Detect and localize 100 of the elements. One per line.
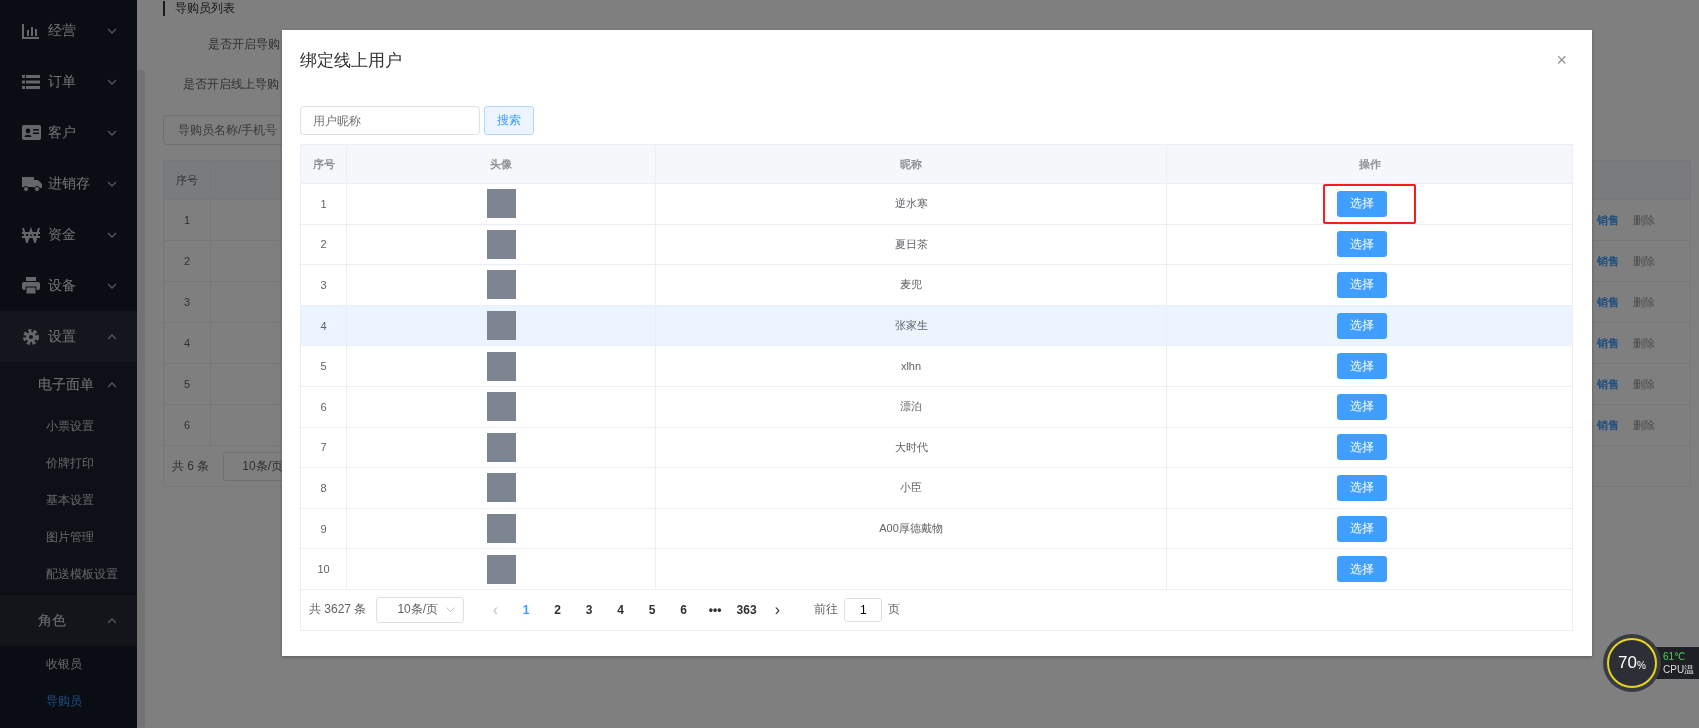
- page-input[interactable]: 1: [844, 597, 883, 622]
- menu-item[interactable]: 进销存: [0, 158, 137, 209]
- next-page-button[interactable]: ›: [762, 599, 793, 620]
- page-button[interactable]: 6: [667, 602, 700, 617]
- search-field[interactable]: 用户昵称: [300, 106, 480, 135]
- photo-placeholder: [486, 270, 516, 300]
- sell-link[interactable]: 销售: [1597, 417, 1619, 433]
- table-row[interactable]: 9 A00厚德戴物 选择: [301, 508, 1572, 550]
- submenu-header[interactable]: 角色: [0, 595, 137, 646]
- table-row[interactable]: 5 xlhn 选择: [301, 346, 1572, 387]
- column-header: 操作: [1357, 156, 1382, 172]
- submenu-item[interactable]: 价牌打印: [0, 445, 137, 482]
- menu-item[interactable]: 客户: [0, 107, 137, 158]
- menu-item[interactable]: 资金: [0, 209, 137, 260]
- submenu-item[interactable]: 图片管理: [0, 519, 137, 556]
- submenu-header[interactable]: 电子面单: [0, 362, 137, 408]
- menu-item[interactable]: 设备: [0, 260, 137, 311]
- select-button[interactable]: 选择: [1337, 474, 1387, 501]
- photo-placeholder: [486, 351, 516, 381]
- dialog-title: 绑定线上用户: [300, 49, 402, 72]
- chevron-down-icon: [107, 129, 117, 136]
- table-cell: 6: [320, 400, 327, 413]
- select-button[interactable]: 选择: [1337, 272, 1387, 298]
- column-header: 序号: [301, 145, 347, 183]
- table-cell: 5: [164, 364, 211, 404]
- total-count: 共 3627 条: [309, 601, 367, 619]
- page-button[interactable]: 5: [636, 602, 668, 617]
- select-button[interactable]: 选择: [1337, 556, 1387, 583]
- photo-placeholder: [486, 311, 516, 341]
- chevron-down-icon: [107, 27, 117, 34]
- cpu-usage-gauge: 70%: [1607, 638, 1657, 688]
- page-button[interactable]: •••: [699, 602, 731, 617]
- table-row[interactable]: 4 张家生 选择: [301, 305, 1572, 347]
- page-button[interactable]: 3: [573, 602, 605, 617]
- table-cell: 8: [320, 481, 327, 494]
- table-cell: 1: [320, 197, 327, 210]
- search-button[interactable]: 搜索: [484, 106, 534, 135]
- table-cell: 小臣: [900, 480, 922, 496]
- page-button[interactable]: 4: [604, 602, 637, 617]
- page-unit-label: 页: [888, 601, 901, 619]
- photo-placeholder: [486, 392, 516, 422]
- sell-link[interactable]: 销售: [1597, 335, 1619, 351]
- chevron-down-icon: [107, 78, 117, 85]
- sell-link[interactable]: 销售: [1597, 253, 1619, 269]
- chevron-down-icon: [446, 607, 456, 613]
- select-button[interactable]: 选择: [1337, 515, 1387, 542]
- table-row[interactable]: 10 选择: [301, 549, 1572, 590]
- submenu-item[interactable]: 基本设置: [0, 482, 137, 519]
- total-count: 共 6 条: [172, 457, 210, 475]
- table-cell: xlhn: [900, 360, 922, 373]
- list-icon: [22, 74, 40, 89]
- table-row[interactable]: 3 麦兜 选择: [301, 265, 1572, 306]
- currency-icon: [22, 226, 40, 243]
- sell-link[interactable]: 销售: [1597, 376, 1619, 392]
- chevron-up-icon: [107, 333, 117, 340]
- setting-label: 是否开启线上导购: [182, 76, 280, 93]
- sell-link[interactable]: 销售: [1597, 212, 1619, 228]
- table-cell: 逆水寒: [894, 196, 928, 212]
- table-row[interactable]: 1 逆水寒 选择: [301, 184, 1572, 225]
- photo-placeholder: [486, 432, 516, 462]
- truck-icon: [22, 175, 42, 192]
- table-row[interactable]: 2 夏日茶 选择: [301, 224, 1572, 266]
- table-cell: 1: [164, 200, 211, 240]
- select-button[interactable]: 选择: [1337, 393, 1387, 420]
- menu-item[interactable]: 订单: [0, 56, 137, 107]
- close-button[interactable]: ×: [1552, 49, 1571, 71]
- submenu-item[interactable]: 小票设置: [0, 408, 137, 445]
- menu-item[interactable]: 设置: [0, 311, 137, 362]
- chevron-down-icon: [107, 180, 117, 187]
- column-header: 头像: [347, 145, 656, 183]
- scrollbar[interactable]: [137, 70, 145, 728]
- table-row[interactable]: 8 小臣 选择: [301, 468, 1572, 509]
- table-cell: 10: [317, 563, 330, 576]
- table-cell: 7: [320, 441, 327, 454]
- menu-item[interactable]: 经营: [0, 5, 137, 56]
- bar-chart-icon: [22, 22, 40, 39]
- chevron-up-icon: [107, 382, 117, 388]
- page-button[interactable]: 2: [541, 602, 574, 617]
- table-cell: 大时代: [894, 439, 928, 455]
- select-button[interactable]: 选择: [1337, 190, 1387, 217]
- table-row[interactable]: 7 大时代 选择: [301, 427, 1572, 469]
- select-button[interactable]: 选择: [1337, 434, 1387, 461]
- photo-placeholder: [486, 473, 516, 503]
- page-title: 导购员列表: [163, 1, 1699, 16]
- column-header: 序号: [164, 161, 211, 199]
- sell-link[interactable]: 销售: [1597, 294, 1619, 310]
- select-button[interactable]: 选择: [1337, 353, 1387, 380]
- previous-page-button[interactable]: ‹: [480, 599, 511, 620]
- select-button[interactable]: 选择: [1337, 312, 1387, 339]
- table-row[interactable]: 6 漂泊 选择: [301, 386, 1572, 428]
- table-cell: 9: [320, 522, 327, 535]
- submenu-item[interactable]: 配送模板设置: [0, 556, 137, 593]
- chevron-up-icon: [107, 617, 117, 624]
- page-button[interactable]: 363: [730, 602, 763, 617]
- photo-placeholder: [486, 189, 516, 219]
- page-button[interactable]: 1: [510, 602, 542, 617]
- column-header: 昵称: [656, 145, 1167, 183]
- page-size-select[interactable]: 10条/页: [376, 596, 465, 623]
- select-button[interactable]: 选择: [1337, 231, 1387, 258]
- table-cell: 漂泊: [900, 399, 922, 415]
